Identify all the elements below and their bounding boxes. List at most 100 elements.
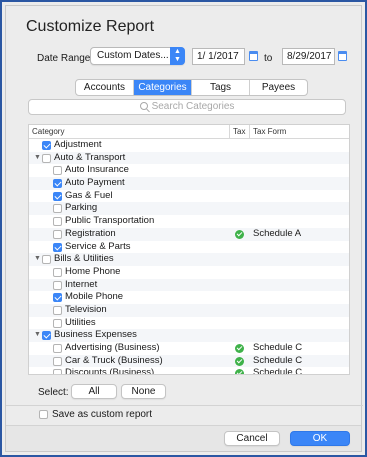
category-checkbox[interactable] — [53, 318, 62, 328]
table-row[interactable]: Parking — [29, 202, 349, 216]
category-checkbox[interactable] — [53, 356, 62, 366]
table-header: Category Tax Tax Form — [29, 125, 349, 139]
table-body: Adjustment ▼ Auto & Transport Auto Insuranc… — [29, 139, 349, 375]
table-row[interactable]: Auto Insurance — [29, 164, 349, 177]
tab-categories[interactable]: Categories — [134, 80, 192, 95]
table-row[interactable]: Television — [29, 303, 349, 317]
category-checkbox[interactable] — [53, 166, 62, 176]
category-label: Auto & Transport — [54, 151, 126, 163]
select-all-button[interactable]: All — [71, 384, 117, 399]
category-checkbox[interactable] — [53, 217, 62, 227]
tax-form-label: Schedule A — [253, 227, 302, 239]
tax-form-label: Schedule C — [253, 367, 303, 375]
table-row[interactable]: Gas & Fuel — [29, 190, 349, 203]
table-row[interactable]: Public Transportation — [29, 215, 349, 228]
customize-report-dialog: Customize Report Date Range: Custom Date… — [5, 5, 363, 452]
table-row[interactable]: Auto Payment — [29, 177, 349, 190]
to-label: to — [264, 53, 273, 64]
category-checkbox[interactable] — [53, 293, 62, 303]
categories-table: Category Tax Tax Form Adjustment ▼ Auto & … — [28, 124, 350, 375]
table-row[interactable]: Adjustment — [29, 139, 349, 152]
cancel-button[interactable]: Cancel — [224, 431, 280, 446]
category-label: Business Expenses — [54, 329, 137, 341]
table-row[interactable]: Utilities — [29, 317, 349, 330]
filter-tabs: Accounts Categories Tags Payees — [75, 79, 308, 96]
column-header-tax-form[interactable]: Tax Form — [253, 127, 286, 136]
date-range-label: Date Range: — [37, 53, 94, 64]
tax-check-icon — [235, 229, 244, 239]
table-row[interactable]: Car & Truck (Business) Schedule C — [29, 354, 349, 368]
category-label: Gas & Fuel — [65, 189, 113, 201]
category-checkbox[interactable] — [42, 331, 51, 341]
table-row[interactable]: ▼ Bills & Utilities — [29, 253, 349, 266]
tax-check-icon — [235, 369, 244, 374]
category-checkbox[interactable] — [42, 255, 51, 265]
category-label: Public Transportation — [65, 215, 155, 227]
category-label: Advertising (Business) — [65, 342, 160, 353]
category-checkbox[interactable] — [53, 344, 62, 353]
table-row[interactable]: Service & Parts — [29, 241, 349, 254]
disclosure-triangle-icon[interactable]: ▼ — [34, 329, 41, 342]
category-checkbox[interactable] — [42, 141, 51, 150]
category-checkbox[interactable] — [42, 153, 51, 163]
table-row[interactable]: Internet — [29, 278, 349, 292]
category-checkbox[interactable] — [53, 242, 62, 252]
category-checkbox[interactable] — [53, 204, 62, 214]
tab-tags[interactable]: Tags — [192, 80, 250, 95]
category-label: Car & Truck (Business) — [65, 354, 163, 366]
category-label: Service & Parts — [65, 240, 131, 252]
category-checkbox[interactable] — [53, 267, 62, 277]
search-placeholder: Search Categories — [151, 101, 235, 112]
table-row[interactable]: Discounts (Business) Schedule C — [29, 367, 349, 375]
category-label: Home Phone — [65, 265, 121, 277]
category-checkbox[interactable] — [53, 191, 62, 201]
column-header-tax[interactable]: Tax — [233, 127, 245, 136]
category-label: Utilities — [65, 316, 96, 328]
table-row[interactable]: Mobile Phone — [29, 291, 349, 304]
select-none-button[interactable]: None — [121, 384, 166, 399]
category-label: Parking — [65, 202, 98, 214]
category-checkbox[interactable] — [53, 369, 62, 374]
category-checkbox[interactable] — [53, 280, 62, 290]
column-divider — [229, 125, 230, 139]
ok-button[interactable]: OK — [290, 431, 350, 446]
category-label: Registration — [65, 227, 116, 239]
table-row[interactable]: Registration Schedule A — [29, 227, 349, 241]
category-checkbox[interactable] — [53, 179, 62, 189]
category-checkbox[interactable] — [53, 229, 62, 239]
tax-check-icon — [235, 356, 244, 366]
category-label: Discounts (Business) — [65, 367, 155, 375]
save-custom-report-checkbox[interactable] — [39, 410, 48, 419]
popup-arrows-icon: ▲ ▼ — [170, 47, 185, 65]
search-icon — [139, 102, 148, 110]
tab-accounts[interactable]: Accounts — [76, 80, 134, 95]
category-label: Bills & Utilities — [54, 253, 114, 265]
save-custom-report-label[interactable]: Save as custom report — [52, 409, 152, 420]
tax-form-label: Schedule C — [253, 354, 303, 366]
divider — [6, 405, 363, 406]
tax-check-icon — [235, 344, 244, 353]
table-row[interactable]: ▼ Auto & Transport — [29, 151, 349, 165]
disclosure-triangle-icon[interactable]: ▼ — [34, 253, 41, 266]
date-range-value: Custom Dates... — [97, 50, 169, 61]
category-label: Television — [65, 303, 107, 315]
category-label: Internet — [65, 278, 98, 290]
tax-form-label: Schedule C — [253, 342, 303, 353]
category-label: Mobile Phone — [65, 291, 124, 303]
table-row[interactable]: Home Phone — [29, 266, 349, 279]
table-row[interactable]: Advertising (Business) Schedule C — [29, 342, 349, 355]
table-row[interactable]: ▼ Business Expenses — [29, 329, 349, 342]
calendar-icon[interactable] — [249, 51, 258, 61]
category-checkbox[interactable] — [53, 305, 62, 315]
category-label: Auto Payment — [65, 177, 125, 189]
column-header-category[interactable]: Category — [32, 127, 64, 136]
category-label: Auto Insurance — [65, 164, 129, 176]
search-categories-input[interactable]: Search Categories — [28, 99, 346, 115]
date-range-popup[interactable]: Custom Dates... ▲ ▼ — [90, 47, 185, 65]
end-date-field[interactable]: 8/29/2017 — [282, 48, 335, 65]
disclosure-triangle-icon[interactable]: ▼ — [34, 152, 41, 165]
start-date-field[interactable]: 1/ 1/2017 — [192, 48, 245, 65]
dialog-title: Customize Report — [26, 18, 155, 35]
tab-payees[interactable]: Payees — [250, 80, 307, 95]
calendar-icon[interactable] — [338, 51, 347, 61]
